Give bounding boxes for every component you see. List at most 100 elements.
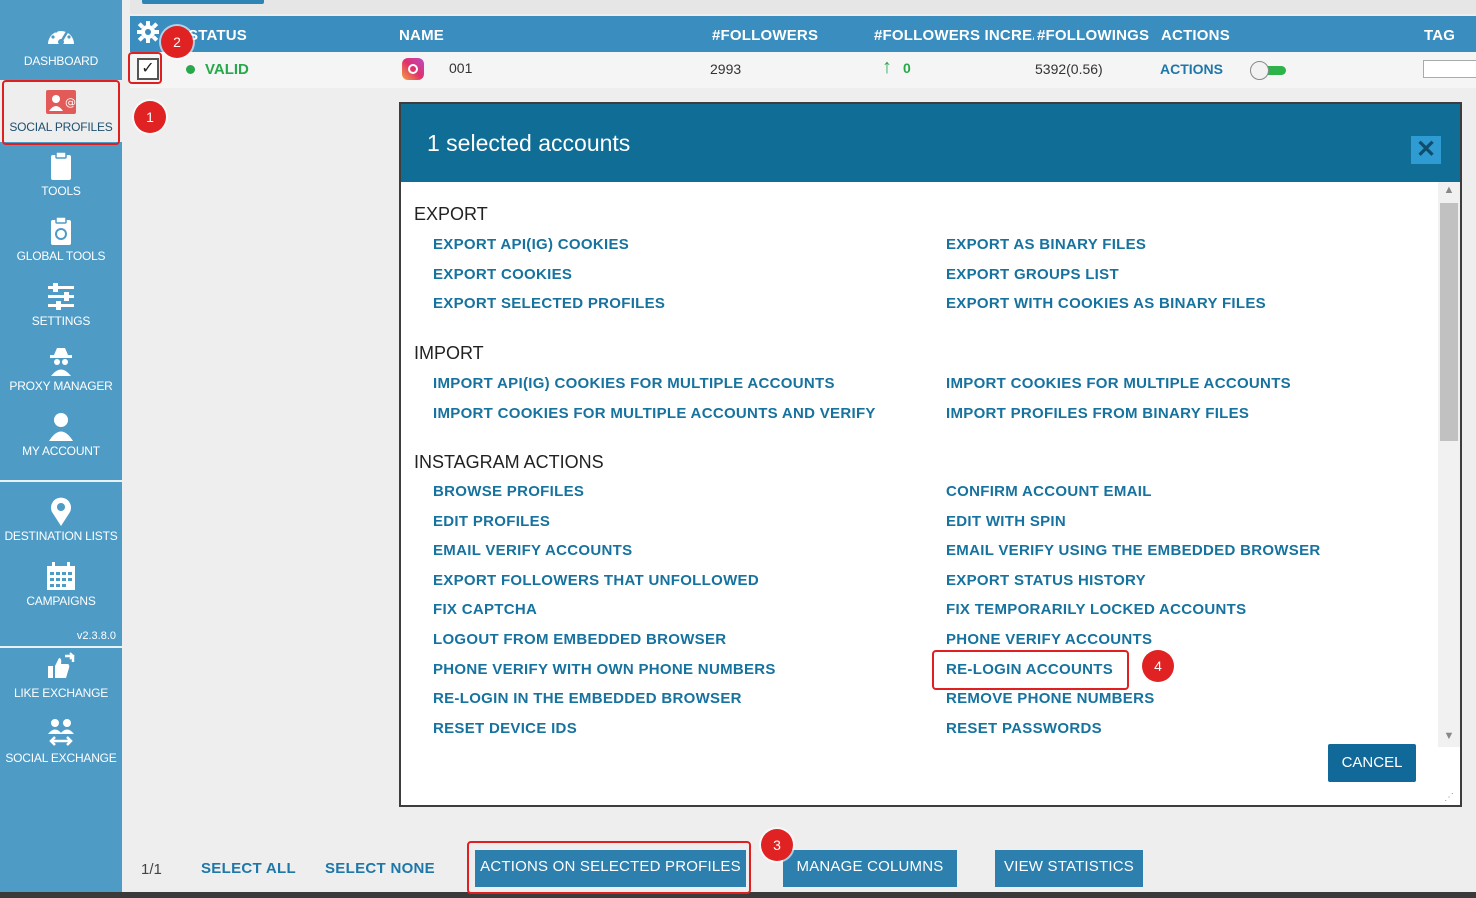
- footer-toolbar: 1/1 SELECT ALL SELECT NONE ACTIONS ON SE…: [122, 840, 1476, 898]
- sidebar-item-tools[interactable]: TOOLS: [0, 144, 122, 206]
- status-dot: [186, 65, 195, 74]
- sliders-icon: [48, 283, 74, 310]
- action-link[interactable]: FIX TEMPORARILY LOCKED ACCOUNTS: [946, 601, 1246, 618]
- scroll-down-icon[interactable]: ▼: [1438, 730, 1460, 742]
- view-statistics-button[interactable]: VIEW STATISTICS: [995, 850, 1143, 887]
- action-link[interactable]: EXPORT SELECTED PROFILES: [433, 295, 665, 312]
- app-window: DASHBOARD @ SOCIAL PROFILES TOOLS GLOBAL…: [0, 0, 1476, 898]
- sidebar-item-label: GLOBAL TOOLS: [16, 249, 106, 263]
- action-link[interactable]: EXPORT STATUS HISTORY: [946, 572, 1146, 589]
- table-row[interactable]: ✓ VALID 001 2993 ↑ 0 5392(0.56) ACTIONS: [130, 52, 1476, 88]
- row-toggle[interactable]: [1250, 61, 1286, 80]
- action-link[interactable]: IMPORT API(IG) COOKIES FOR MULTIPLE ACCO…: [433, 375, 835, 392]
- sidebar-item-label: PROXY MANAGER: [9, 379, 113, 393]
- profile-name: 001: [449, 60, 473, 76]
- column-header-actions: ACTIONS: [1161, 27, 1230, 44]
- sidebar-item-my-account[interactable]: MY ACCOUNT: [0, 404, 122, 466]
- sidebar-item-label: DESTINATION LISTS: [4, 529, 118, 543]
- scrollbar-thumb[interactable]: [1440, 203, 1458, 441]
- page-indicator: 1/1: [141, 861, 162, 878]
- modal-scrollbar[interactable]: ▲ ▼: [1438, 182, 1460, 747]
- action-link[interactable]: FIX CAPTCHA: [433, 601, 537, 618]
- action-link[interactable]: RESET PASSWORDS: [946, 720, 1102, 737]
- sidebar-item-campaigns[interactable]: CAMPAIGNS: [0, 554, 122, 616]
- user-icon: [49, 413, 73, 441]
- action-link[interactable]: EDIT PROFILES: [433, 513, 550, 530]
- column-header-followers[interactable]: #FOLLOWERS: [712, 27, 818, 44]
- column-header-followings[interactable]: #FOLLOWINGS: [1037, 27, 1149, 44]
- sidebar-item-dashboard[interactable]: DASHBOARD: [0, 14, 122, 76]
- action-link[interactable]: PHONE VERIFY ACCOUNTS: [946, 631, 1152, 648]
- sidebar-item-global-tools[interactable]: GLOBAL TOOLS: [0, 209, 122, 271]
- gear-icon[interactable]: [136, 20, 160, 44]
- cancel-button[interactable]: CANCEL: [1328, 744, 1416, 782]
- arrow-up-icon: ↑: [882, 56, 892, 78]
- sidebar-item-label: MY ACCOUNT: [22, 444, 100, 458]
- highlight-box-checkbox: [128, 52, 162, 84]
- action-link[interactable]: LOGOUT FROM EMBEDDED BROWSER: [433, 631, 726, 648]
- close-icon[interactable]: ✕: [1411, 136, 1441, 164]
- tag-input[interactable]: [1423, 60, 1476, 78]
- sidebar-item-label: SETTINGS: [31, 314, 91, 328]
- column-header-tag[interactable]: TAG: [1424, 27, 1455, 44]
- action-link[interactable]: EXPORT WITH COOKIES AS BINARY FILES: [946, 295, 1266, 312]
- sidebar-item-like-exchange[interactable]: LIKE EXCHANGE: [0, 646, 122, 708]
- people-exchange-icon: [48, 719, 74, 746]
- column-header-followers-increase[interactable]: #FOLLOWERS INCREA: [874, 27, 1034, 44]
- action-link[interactable]: EMAIL VERIFY USING THE EMBEDDED BROWSER: [946, 542, 1321, 559]
- spy-icon: [50, 348, 72, 376]
- step-badge: 3: [761, 829, 793, 861]
- sidebar-divider: [0, 480, 122, 482]
- select-none-link[interactable]: SELECT NONE: [325, 860, 435, 877]
- actions-modal: 1 selected accounts ✕ EXPORT EXPORT API(I…: [399, 102, 1462, 807]
- section-title: INSTAGRAM ACTIONS: [414, 452, 604, 472]
- sidebar-item-label: DASHBOARD: [23, 54, 99, 68]
- globe-clipboard-icon: [51, 216, 71, 245]
- table-header: STATUS NAME #FOLLOWERS #FOLLOWERS INCREA…: [130, 16, 1476, 52]
- highlight-box-social-profiles: [2, 80, 120, 145]
- action-link[interactable]: EDIT WITH SPIN: [946, 513, 1066, 530]
- clipboard-icon: [51, 151, 71, 180]
- sidebar-item-destination-lists[interactable]: DESTINATION LISTS: [0, 489, 122, 551]
- action-link[interactable]: IMPORT COOKIES FOR MULTIPLE ACCOUNTS AND…: [433, 405, 876, 422]
- action-link[interactable]: REMOVE PHONE NUMBERS: [946, 690, 1155, 707]
- action-link[interactable]: IMPORT PROFILES FROM BINARY FILES: [946, 405, 1249, 422]
- action-link[interactable]: CONFIRM ACCOUNT EMAIL: [946, 483, 1152, 500]
- section-title: EXPORT: [414, 204, 488, 224]
- action-link[interactable]: EXPORT FOLLOWERS THAT UNFOLLOWED: [433, 572, 759, 589]
- highlight-box-actions-button: [467, 841, 751, 894]
- action-link[interactable]: BROWSE PROFILES: [433, 483, 584, 500]
- manage-columns-button[interactable]: MANAGE COLUMNS: [783, 850, 957, 887]
- section-title: IMPORT: [414, 343, 484, 363]
- column-header-name[interactable]: NAME: [399, 27, 444, 44]
- step-badge: 1: [134, 101, 166, 133]
- modal-header: 1 selected accounts ✕: [401, 104, 1460, 182]
- action-link[interactable]: RE-LOGIN IN THE EMBEDDED BROWSER: [433, 690, 742, 707]
- action-link[interactable]: RESET DEVICE IDS: [433, 720, 577, 737]
- sidebar-item-settings[interactable]: SETTINGS: [0, 274, 122, 336]
- action-link[interactable]: IMPORT COOKIES FOR MULTIPLE ACCOUNTS: [946, 375, 1291, 392]
- resize-grip-icon[interactable]: ⋰: [1444, 792, 1456, 804]
- action-link[interactable]: EXPORT GROUPS LIST: [946, 266, 1119, 283]
- action-link[interactable]: EXPORT AS BINARY FILES: [946, 236, 1146, 253]
- action-link[interactable]: EXPORT API(IG) COOKIES: [433, 236, 629, 253]
- followings-count: 5392(0.56): [1035, 61, 1103, 77]
- row-actions-link[interactable]: ACTIONS: [1160, 61, 1223, 77]
- sidebar-item-proxy-manager[interactable]: PROXY MANAGER: [0, 339, 122, 401]
- top-strip: [130, 0, 1476, 14]
- action-link[interactable]: PHONE VERIFY WITH OWN PHONE NUMBERS: [433, 661, 776, 678]
- followers-count: 2993: [710, 61, 742, 77]
- sidebar-item-label: TOOLS: [41, 184, 81, 198]
- action-link[interactable]: EMAIL VERIFY ACCOUNTS: [433, 542, 632, 559]
- sidebar-item-social-exchange[interactable]: SOCIAL EXCHANGE: [0, 711, 122, 773]
- modal-title: 1 selected accounts: [427, 130, 631, 156]
- select-all-link[interactable]: SELECT ALL: [201, 860, 296, 877]
- dashboard-icon: [48, 29, 74, 45]
- action-link[interactable]: EXPORT COOKIES: [433, 266, 572, 283]
- column-header-status[interactable]: STATUS: [188, 27, 247, 44]
- top-tab-indicator: [142, 0, 264, 4]
- scroll-up-icon[interactable]: ▲: [1438, 184, 1460, 196]
- app-version: v2.3.8.0: [76, 630, 116, 642]
- sidebar-item-label: CAMPAIGNS: [26, 594, 96, 608]
- status-text: VALID: [205, 61, 249, 78]
